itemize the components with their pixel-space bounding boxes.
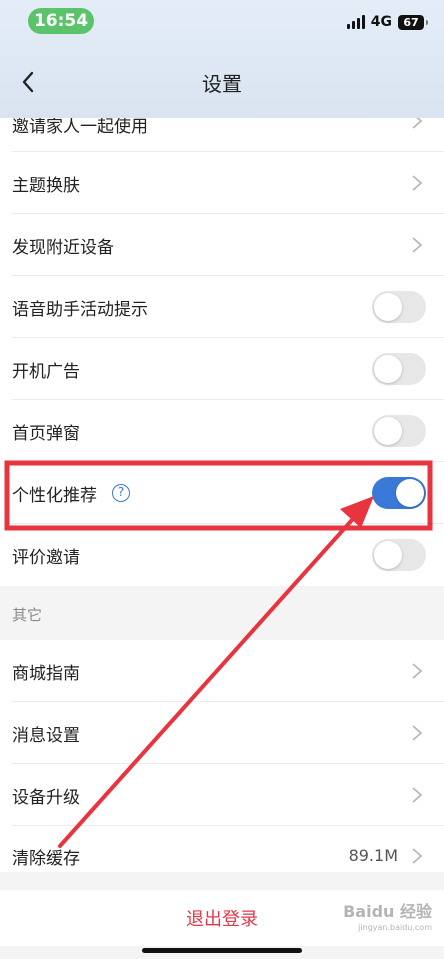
row-label: 清除缓存: [12, 849, 80, 869]
settings-row-rating-invite: 评价邀请: [0, 524, 444, 586]
baidu-watermark: Baidu 经验 jingyan.baidu.com: [343, 898, 432, 932]
settings-row-personalized-recommendation: 个性化推荐 ?: [0, 462, 444, 524]
header: 16:54 4G 67 设置: [0, 0, 444, 118]
voice-assistant-toggle[interactable]: [372, 291, 426, 323]
home-popup-toggle[interactable]: [372, 415, 426, 447]
settings-row-theme[interactable]: 主题换肤: [0, 152, 444, 214]
boot-ad-toggle[interactable]: [372, 353, 426, 385]
row-label: 商城指南: [12, 663, 80, 684]
settings-row-home-popup: 首页弹窗: [0, 400, 444, 462]
chevron-right-icon: [412, 848, 423, 864]
battery-icon: 67: [398, 14, 428, 30]
row-label: 发现附近设备: [12, 237, 114, 258]
row-label: 首页弹窗: [12, 423, 80, 444]
settings-row-message-settings[interactable]: 消息设置: [0, 702, 444, 764]
logout-label: 退出登录: [186, 909, 258, 930]
settings-row-device-upgrade[interactable]: 设备升级: [0, 764, 444, 826]
personalized-recommendation-toggle[interactable]: [372, 477, 426, 509]
section-header-other: 其它: [0, 586, 444, 640]
row-label: 语音助手活动提示: [12, 299, 148, 320]
watermark-url: jingyan.baidu.com: [358, 923, 432, 932]
watermark-text: Baidu 经验: [343, 902, 432, 921]
settings-row-boot-ad: 开机广告: [0, 338, 444, 400]
settings-row-clear-cache[interactable]: 清除缓存 89.1M: [0, 826, 444, 872]
settings-row-nearby-devices[interactable]: 发现附近设备: [0, 214, 444, 276]
home-indicator: [142, 948, 302, 953]
network-type: 4G: [370, 14, 392, 30]
row-label: 主题换肤: [12, 175, 80, 196]
chevron-right-icon: [412, 787, 423, 803]
chevron-right-icon: [412, 725, 423, 741]
page-title: 设置: [202, 72, 242, 96]
status-indicators: 4G 67: [346, 12, 428, 32]
settings-row-mall-guide[interactable]: 商城指南: [0, 640, 444, 702]
row-label: 评价邀请: [12, 547, 80, 568]
chevron-right-icon: [412, 663, 423, 679]
row-label: 消息设置: [12, 725, 80, 746]
signal-icon: [346, 15, 365, 29]
settings-row-voice-assistant: 语音助手活动提示: [0, 276, 444, 338]
chevron-right-icon: [412, 237, 423, 253]
help-icon[interactable]: ?: [112, 484, 130, 502]
section-title: 其它: [12, 606, 43, 624]
cache-size: 89.1M: [348, 846, 398, 865]
rating-invite-toggle[interactable]: [372, 539, 426, 571]
row-label: 设备升级: [12, 787, 80, 808]
chevron-right-icon: [412, 175, 423, 191]
row-label: 开机广告: [12, 361, 80, 382]
row-label: 个性化推荐: [12, 485, 97, 506]
status-time: 16:54: [28, 8, 94, 34]
